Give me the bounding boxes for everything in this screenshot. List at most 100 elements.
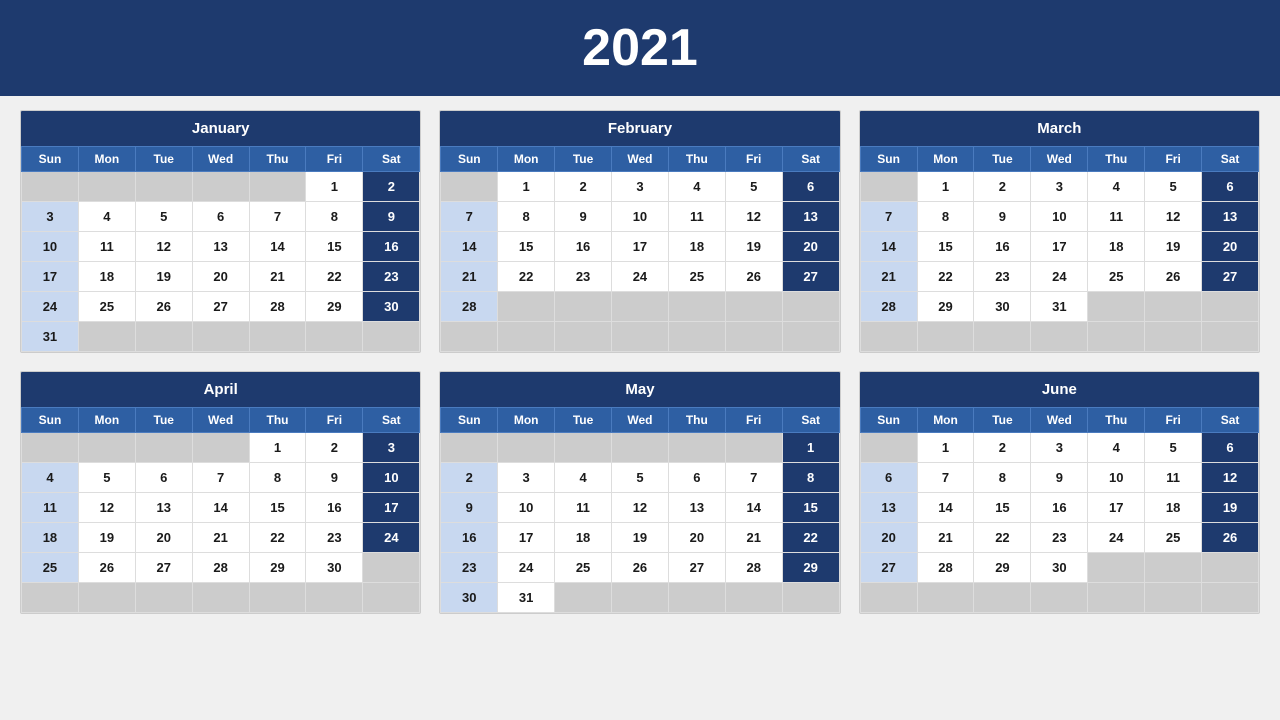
day-cell[interactable] [860,172,917,202]
day-cell[interactable] [192,172,249,202]
day-cell[interactable] [917,322,974,352]
day-cell[interactable]: 3 [498,463,555,493]
day-cell[interactable] [1145,583,1202,613]
day-cell[interactable] [498,433,555,463]
day-cell[interactable]: 4 [22,463,79,493]
day-cell[interactable]: 31 [498,583,555,613]
day-cell[interactable]: 2 [441,463,498,493]
day-cell[interactable]: 27 [782,262,839,292]
day-cell[interactable]: 31 [1031,292,1088,322]
day-cell[interactable]: 23 [974,262,1031,292]
day-cell[interactable]: 1 [249,433,306,463]
day-cell[interactable]: 11 [1145,463,1202,493]
day-cell[interactable]: 28 [249,292,306,322]
day-cell[interactable]: 7 [249,202,306,232]
day-cell[interactable]: 13 [135,493,192,523]
day-cell[interactable]: 13 [192,232,249,262]
day-cell[interactable]: 25 [1145,523,1202,553]
day-cell[interactable]: 9 [974,202,1031,232]
day-cell[interactable]: 3 [363,433,420,463]
day-cell[interactable] [498,292,555,322]
day-cell[interactable] [974,322,1031,352]
day-cell[interactable] [860,583,917,613]
day-cell[interactable]: 15 [974,493,1031,523]
day-cell[interactable]: 23 [441,553,498,583]
day-cell[interactable]: 14 [249,232,306,262]
day-cell[interactable]: 15 [498,232,555,262]
day-cell[interactable] [363,583,420,613]
day-cell[interactable]: 3 [22,202,79,232]
day-cell[interactable]: 3 [1031,433,1088,463]
day-cell[interactable]: 23 [306,523,363,553]
day-cell[interactable]: 30 [306,553,363,583]
day-cell[interactable]: 23 [1031,523,1088,553]
day-cell[interactable] [1031,583,1088,613]
day-cell[interactable]: 18 [1145,493,1202,523]
day-cell[interactable] [306,583,363,613]
day-cell[interactable] [612,433,669,463]
day-cell[interactable] [78,172,135,202]
day-cell[interactable] [249,322,306,352]
day-cell[interactable]: 26 [1145,262,1202,292]
day-cell[interactable]: 8 [974,463,1031,493]
day-cell[interactable]: 20 [668,523,725,553]
day-cell[interactable] [306,322,363,352]
day-cell[interactable]: 3 [1031,172,1088,202]
day-cell[interactable]: 23 [363,262,420,292]
day-cell[interactable]: 29 [974,553,1031,583]
day-cell[interactable] [725,583,782,613]
day-cell[interactable]: 28 [192,553,249,583]
day-cell[interactable]: 29 [917,292,974,322]
day-cell[interactable]: 10 [363,463,420,493]
day-cell[interactable]: 17 [498,523,555,553]
day-cell[interactable]: 28 [917,553,974,583]
day-cell[interactable]: 2 [974,433,1031,463]
day-cell[interactable]: 12 [725,202,782,232]
day-cell[interactable] [192,322,249,352]
day-cell[interactable]: 3 [612,172,669,202]
day-cell[interactable]: 1 [917,172,974,202]
day-cell[interactable] [78,583,135,613]
day-cell[interactable]: 20 [782,232,839,262]
day-cell[interactable] [441,433,498,463]
day-cell[interactable]: 21 [860,262,917,292]
day-cell[interactable]: 9 [363,202,420,232]
day-cell[interactable]: 5 [78,463,135,493]
day-cell[interactable]: 29 [782,553,839,583]
day-cell[interactable]: 14 [725,493,782,523]
day-cell[interactable] [612,583,669,613]
day-cell[interactable]: 11 [1088,202,1145,232]
day-cell[interactable]: 28 [860,292,917,322]
day-cell[interactable]: 2 [555,172,612,202]
day-cell[interactable]: 22 [917,262,974,292]
day-cell[interactable]: 4 [1088,433,1145,463]
day-cell[interactable]: 26 [612,553,669,583]
day-cell[interactable]: 2 [306,433,363,463]
day-cell[interactable]: 23 [555,262,612,292]
day-cell[interactable]: 26 [725,262,782,292]
day-cell[interactable]: 26 [1202,523,1259,553]
day-cell[interactable]: 21 [725,523,782,553]
day-cell[interactable] [1088,553,1145,583]
day-cell[interactable] [249,583,306,613]
day-cell[interactable] [917,583,974,613]
day-cell[interactable] [249,172,306,202]
day-cell[interactable]: 27 [135,553,192,583]
day-cell[interactable]: 22 [306,262,363,292]
day-cell[interactable] [1202,292,1259,322]
day-cell[interactable] [668,292,725,322]
day-cell[interactable] [135,433,192,463]
day-cell[interactable]: 13 [1202,202,1259,232]
day-cell[interactable] [1202,553,1259,583]
day-cell[interactable]: 20 [1202,232,1259,262]
day-cell[interactable]: 5 [612,463,669,493]
day-cell[interactable]: 21 [917,523,974,553]
day-cell[interactable]: 30 [363,292,420,322]
day-cell[interactable]: 25 [22,553,79,583]
day-cell[interactable]: 20 [192,262,249,292]
day-cell[interactable]: 19 [1145,232,1202,262]
day-cell[interactable]: 30 [441,583,498,613]
day-cell[interactable] [78,322,135,352]
day-cell[interactable] [860,322,917,352]
day-cell[interactable]: 13 [668,493,725,523]
